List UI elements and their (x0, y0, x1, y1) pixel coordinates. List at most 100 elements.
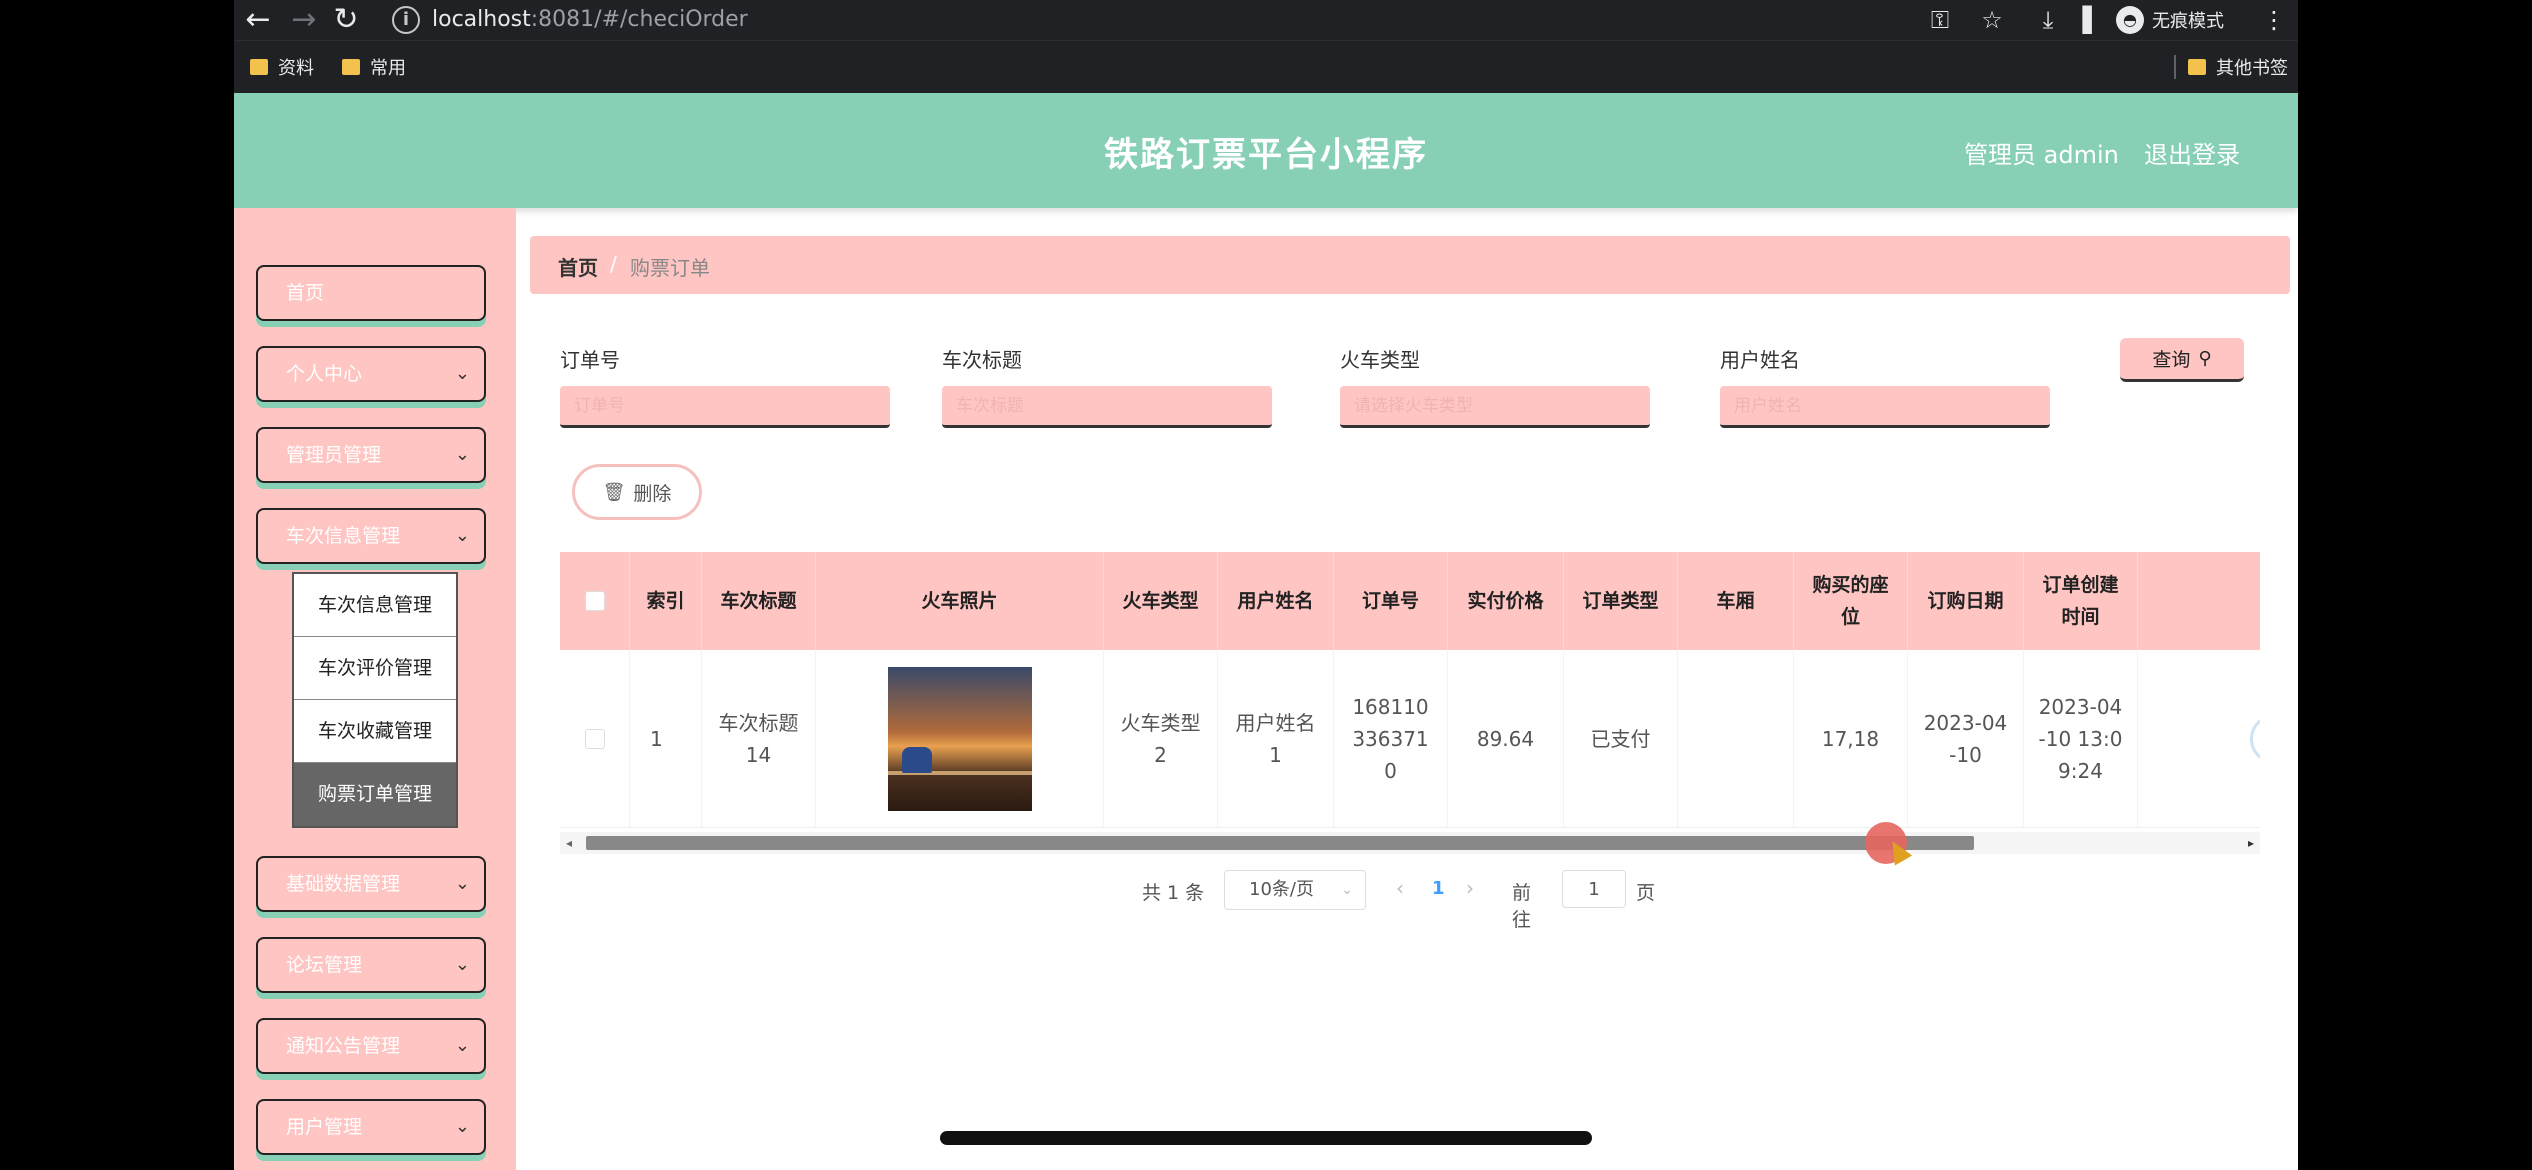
cell-order-type: 已支付 (1564, 650, 1678, 828)
header-order-no: 订单号 (1334, 552, 1448, 650)
trains-submenu: 车次信息管理 车次评价管理 车次收藏管理 购票订单管理 (292, 572, 458, 828)
row-action-button[interactable] (2250, 714, 2260, 764)
sidebar-item-trains[interactable]: 车次信息管理 ⌄ (256, 508, 486, 564)
sidebar-item-home[interactable]: 首页 (256, 265, 486, 321)
bookmarks-bar: 资料 常用 其他书签 (234, 40, 2298, 93)
address-bar[interactable]: localhost:8081/#/checiOrder (432, 5, 748, 35)
chevron-down-icon: ⌄ (454, 1035, 470, 1056)
breadcrumb: 首页 / 购票订单 (530, 236, 2290, 294)
sidebar-item-forum[interactable]: 论坛管理 ⌄ (256, 937, 486, 993)
cell-created-at: 2023-04-10 13:09:24 (2024, 650, 2138, 828)
folder-icon (250, 59, 268, 75)
header-seats: 购买的座位 (1794, 552, 1908, 650)
page-number[interactable]: 1 (1432, 878, 1445, 899)
header-price: 实付价格 (1448, 552, 1564, 650)
header-train-photo: 火车照片 (816, 552, 1104, 650)
star-icon[interactable]: ☆ (1974, 2, 2010, 38)
app-header: 铁路订票平台小程序 管理员 admin 退出登录 (234, 93, 2298, 208)
chevron-down-icon: ⌄ (1341, 882, 1353, 898)
header-train-title: 车次标题 (702, 552, 816, 650)
table-row[interactable]: 1 车次标题14 火车类型2 用户姓名1 1681103363710 89.64… (560, 650, 2260, 828)
prev-page-icon[interactable]: ‹ (1396, 876, 1404, 900)
admin-user: 管理员 admin (1964, 141, 2119, 169)
other-bookmarks[interactable]: 其他书签 (2188, 54, 2288, 80)
header-carriage: 车厢 (1678, 552, 1794, 650)
scroll-right-icon[interactable]: ▸ (2248, 832, 2254, 854)
submenu-ticket-orders[interactable]: 购票订单管理 (294, 763, 456, 826)
sidebar-item-users[interactable]: 用户管理 ⌄ (256, 1099, 486, 1155)
next-page-icon[interactable]: › (1466, 876, 1474, 900)
train-type-select[interactable] (1340, 386, 1650, 428)
cell-price: 89.64 (1448, 650, 1564, 828)
cell-train-title: 车次标题14 (702, 650, 816, 828)
header-order-type: 订单类型 (1564, 552, 1678, 650)
screen: ← → ↻ i localhost:8081/#/checiOrder ⚿ ☆ … (234, 0, 2298, 1170)
sidebar-item-admins[interactable]: 管理员管理 ⌄ (256, 427, 486, 483)
chevron-down-icon: ⌄ (454, 954, 470, 975)
goto-page-input[interactable] (1562, 870, 1626, 908)
folder-icon (342, 59, 360, 75)
orders-table: 索引 车次标题 火车照片 火车类型 用户姓名 订单号 实付价格 订单类型 车厢 … (560, 552, 2260, 842)
cell-order-date: 2023-04-10 (1908, 650, 2024, 828)
forward-arrow-icon[interactable]: → (286, 2, 322, 38)
checkbox-icon (584, 729, 605, 749)
chevron-down-icon: ⌄ (454, 873, 470, 894)
sidepanel-icon[interactable]: ▌ (2074, 2, 2110, 38)
select-all-checkbox[interactable] (560, 552, 630, 650)
submenu-train-favorites[interactable]: 车次收藏管理 (294, 700, 456, 763)
cell-order-no: 1681103363710 (1334, 650, 1448, 828)
train-title-label: 车次标题 (942, 348, 1022, 372)
cell-user-name: 用户姓名1 (1218, 650, 1334, 828)
site-info-icon[interactable]: i (392, 6, 420, 34)
header-created-at: 订单创建时间 (2024, 552, 2138, 650)
submenu-train-reviews[interactable]: 车次评价管理 (294, 637, 456, 700)
chevron-down-icon: ⌄ (454, 363, 470, 384)
sidebar: 首页 个人中心 ⌄ 管理员管理 ⌄ 车次信息管理 ⌄ 车次信息管理 车次评价管理 车次… (234, 208, 516, 1170)
train-title-input[interactable] (942, 386, 1272, 428)
train-type-label: 火车类型 (1340, 348, 1420, 372)
horizontal-scrollbar[interactable]: ◂ ▸ (560, 832, 2260, 854)
breadcrumb-home[interactable]: 首页 (558, 252, 598, 281)
trash-icon: 🗑 (602, 481, 626, 503)
order-no-label: 订单号 (560, 348, 620, 372)
breadcrumb-current: 购票订单 (630, 256, 710, 280)
checkbox-icon (584, 591, 605, 611)
logout-link[interactable]: 退出登录 (2144, 135, 2240, 170)
scrollbar-thumb[interactable] (586, 836, 1974, 850)
scroll-left-icon[interactable]: ◂ (566, 832, 572, 854)
order-no-input[interactable] (560, 386, 890, 428)
bookmark-separator (2174, 55, 2176, 79)
bookmark-folder[interactable]: 资料 (250, 54, 314, 80)
menu-icon[interactable]: ⋮ (2256, 2, 2292, 38)
train-photo-image[interactable] (887, 667, 1032, 811)
cell-carriage (1678, 650, 1794, 828)
user-name-input[interactable] (1720, 386, 2050, 428)
download-icon[interactable]: ⤓ (2030, 2, 2066, 38)
page-size-select[interactable]: 10条/页 ⌄ (1224, 870, 1366, 910)
reload-icon[interactable]: ↻ (328, 2, 364, 38)
header-order-date: 订购日期 (1908, 552, 2024, 650)
header-train-type: 火车类型 (1104, 552, 1218, 650)
query-button[interactable]: 查询 ⚲ (2120, 338, 2244, 382)
folder-icon (2188, 59, 2206, 75)
cell-train-photo (816, 650, 1104, 828)
incognito-badge[interactable]: ◓ 无痕模式 (2116, 5, 2224, 35)
submenu-train-info[interactable]: 车次信息管理 (294, 574, 456, 637)
bookmark-folder[interactable]: 常用 (342, 54, 406, 80)
cell-seats: 17,18 (1794, 650, 1908, 828)
back-arrow-icon[interactable]: ← (240, 2, 276, 38)
delete-button[interactable]: 🗑 删除 (572, 464, 702, 520)
key-icon[interactable]: ⚿ (1922, 2, 1958, 38)
sidebar-item-basic-data[interactable]: 基础数据管理 ⌄ (256, 856, 486, 912)
breadcrumb-separator: / (610, 252, 617, 276)
sidebar-item-notices[interactable]: 通知公告管理 ⌄ (256, 1018, 486, 1074)
table-header: 索引 车次标题 火车照片 火车类型 用户姓名 订单号 实付价格 订单类型 车厢 … (560, 552, 2260, 650)
header-index: 索引 (630, 552, 702, 650)
sidebar-item-personal[interactable]: 个人中心 ⌄ (256, 346, 486, 402)
search-icon: ⚲ (2198, 348, 2212, 369)
chevron-down-icon: ⌄ (454, 1116, 470, 1137)
chevron-down-icon: ⌄ (454, 444, 470, 465)
chevron-down-icon: ⌄ (454, 525, 470, 546)
user-name-label: 用户姓名 (1720, 348, 1800, 372)
row-checkbox[interactable] (560, 650, 630, 828)
